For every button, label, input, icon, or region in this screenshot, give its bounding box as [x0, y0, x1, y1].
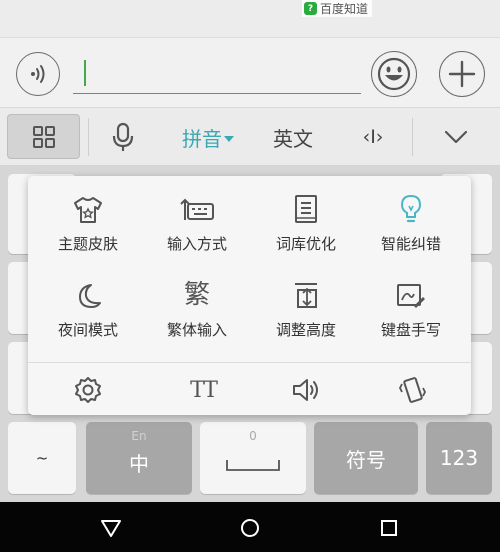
- voice-input-button[interactable]: [16, 52, 60, 96]
- traditional-char-icon: 繁: [183, 280, 210, 310]
- emoji-button[interactable]: [371, 51, 417, 97]
- watermark: ? 百度知道: [302, 0, 373, 17]
- microphone-icon: [112, 122, 134, 151]
- menu-item-label: 调整高度: [275, 321, 336, 339]
- emoji-icon: [377, 57, 411, 91]
- voice-icon: [31, 65, 45, 83]
- dictionary-optimize-item[interactable]: 词库优化: [251, 176, 361, 256]
- english-mode-tab[interactable]: 英文: [258, 108, 328, 166]
- symbol-key[interactable]: 符号: [314, 422, 418, 494]
- keyboard-menu-button[interactable]: [7, 114, 80, 159]
- toolbar-divider: [412, 118, 413, 156]
- chevron-down-icon: [444, 130, 468, 144]
- dropdown-caret-icon: [224, 135, 234, 142]
- input-method-item[interactable]: 输入方式: [142, 176, 252, 256]
- watermark-text: 百度知道: [320, 2, 369, 16]
- baidu-zhidao-logo: ?: [304, 2, 317, 15]
- handwriting-icon: [397, 284, 425, 308]
- space-hint: 0: [249, 429, 257, 443]
- collapse-keyboard-button[interactable]: [432, 108, 480, 166]
- add-button[interactable]: [439, 51, 485, 97]
- menu-item-label: 词库优化: [275, 235, 336, 253]
- voice-input-toolbar-button[interactable]: [100, 108, 146, 166]
- menu-item-label: 键盘手写: [380, 321, 441, 339]
- home-icon: [241, 519, 259, 537]
- font-size-button[interactable]: TT: [178, 375, 228, 405]
- tilde-key[interactable]: ~: [8, 422, 76, 494]
- plus-icon: [448, 60, 476, 88]
- grid-menu-icon: [32, 125, 55, 148]
- lightbulb-icon: [400, 194, 422, 223]
- navigation-bar: [0, 502, 500, 552]
- pinyin-mode-tab[interactable]: 拼音: [168, 108, 248, 166]
- chinese-english-switch-key[interactable]: En 中: [86, 422, 192, 494]
- menu-item-label: 主题皮肤: [57, 235, 118, 253]
- night-mode-item[interactable]: 夜间模式: [33, 262, 143, 342]
- font-size-icon: TT: [190, 377, 218, 403]
- space-key[interactable]: 0: [200, 422, 306, 494]
- number-label: 123: [439, 446, 479, 470]
- message-input[interactable]: [73, 54, 361, 94]
- text-caret: [84, 60, 86, 86]
- tilde-label: ~: [35, 449, 49, 467]
- sound-button[interactable]: [286, 375, 326, 405]
- theme-skin-item[interactable]: 主题皮肤: [33, 176, 143, 256]
- english-label: 英文: [273, 126, 313, 151]
- top-bar: ? 百度知道: [0, 0, 500, 38]
- back-icon: [101, 520, 121, 537]
- volume-icon: [293, 379, 318, 401]
- vibration-button[interactable]: [392, 375, 432, 405]
- handwriting-item[interactable]: 键盘手写: [356, 262, 466, 342]
- keyboard-function-menu: 主题皮肤 输入方式 词库优化 智能纠错 夜间模式 繁 繁体输入 调整高度 键盘手…: [28, 176, 471, 415]
- recents-button[interactable]: [375, 514, 403, 542]
- cursor-move-button[interactable]: ‹I›: [346, 108, 400, 166]
- space-bar-icon: [226, 460, 280, 471]
- menu-item-label: 夜间模式: [57, 321, 118, 339]
- vibration-icon: [398, 377, 427, 403]
- zhong-label: 中: [129, 451, 149, 476]
- menu-divider: [28, 362, 471, 363]
- menu-item-label: 繁体输入: [166, 321, 227, 339]
- traditional-input-item[interactable]: 繁 繁体输入: [142, 262, 252, 342]
- height-adjust-icon: [295, 283, 317, 308]
- menu-item-label: 输入方式: [166, 235, 227, 253]
- keyboard-layout-icon: [180, 198, 214, 220]
- dictionary-icon: [295, 195, 317, 223]
- en-hint: En: [131, 429, 147, 443]
- number-key[interactable]: 123: [426, 422, 492, 494]
- back-button[interactable]: [97, 514, 125, 542]
- symbol-label: 符号: [346, 447, 386, 472]
- keyboard-toolbar: 拼音 英文 ‹I›: [0, 108, 500, 166]
- toolbar-divider: [88, 118, 89, 156]
- adjust-height-item[interactable]: 调整高度: [251, 262, 361, 342]
- settings-button[interactable]: [68, 375, 108, 405]
- chat-input-row: [0, 38, 500, 108]
- moon-icon: [79, 284, 101, 308]
- menu-item-label: 智能纠错: [380, 235, 441, 253]
- home-button[interactable]: [236, 514, 264, 542]
- smart-correction-item[interactable]: 智能纠错: [356, 176, 466, 256]
- tshirt-icon: [74, 197, 102, 223]
- cursor-move-icon: ‹I›: [362, 126, 384, 148]
- recents-icon: [381, 520, 397, 536]
- pinyin-label: 拼音: [182, 126, 222, 151]
- settings-icon: [75, 377, 101, 403]
